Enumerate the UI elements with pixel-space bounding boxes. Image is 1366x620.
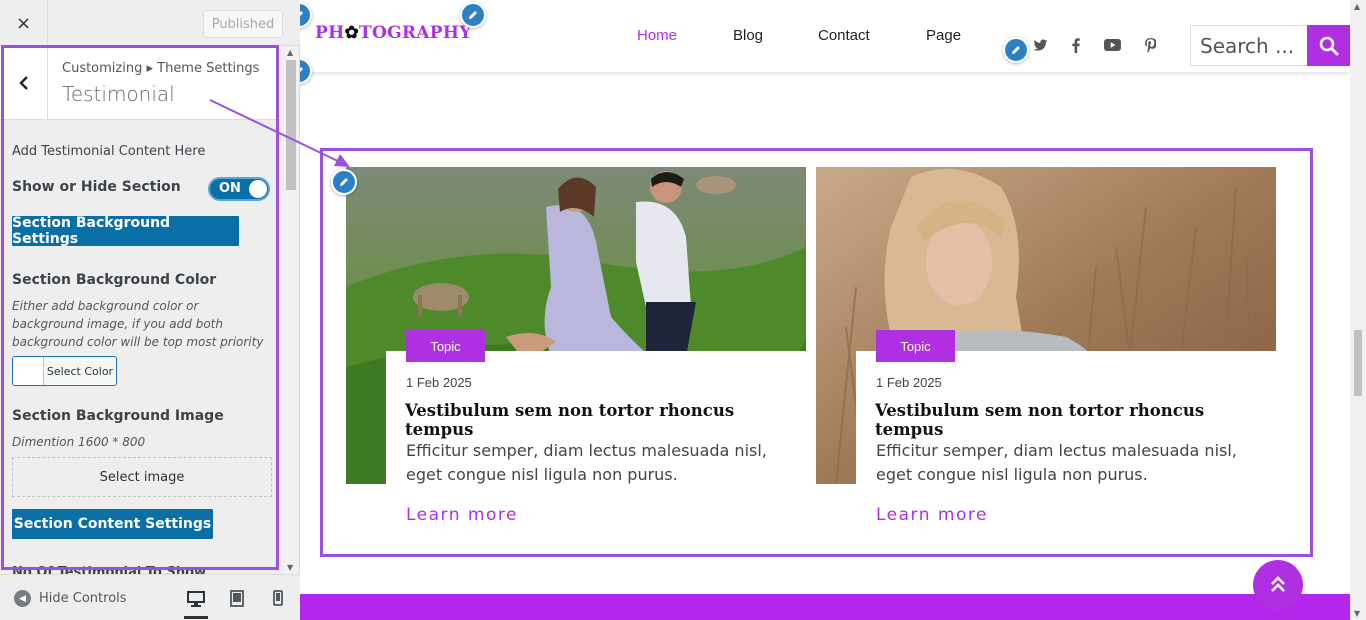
site-preview: PH✿TOGRAPHY Home Blog Contact Page Searc… xyxy=(300,0,1366,620)
edit-shortcut-logo[interactable] xyxy=(460,2,486,28)
twitter-icon[interactable] xyxy=(1031,36,1049,54)
pinterest-icon[interactable] xyxy=(1141,36,1159,54)
pencil-icon xyxy=(469,11,477,19)
pencil-icon xyxy=(1012,46,1020,54)
mobile-preview-button[interactable] xyxy=(266,587,290,609)
post-title[interactable]: Vestibulum sem non tortor rhoncus tempus xyxy=(875,401,1276,439)
pencil-icon xyxy=(340,178,348,186)
back-button[interactable] xyxy=(0,46,48,120)
post-date: 1 Feb 2025 xyxy=(876,375,942,390)
tablet-preview-button[interactable] xyxy=(225,587,249,609)
close-icon: × xyxy=(15,12,32,34)
toggle-label: ON xyxy=(219,181,241,196)
site-header: PH✿TOGRAPHY Home Blog Contact Page xyxy=(300,0,1350,72)
logo-text-part: PH xyxy=(315,23,345,43)
pencil-icon xyxy=(300,11,303,16)
panel-header: Customizing ▸ Theme Settings Testimonial xyxy=(0,46,280,120)
desktop-preview-button[interactable] xyxy=(184,587,208,619)
scroll-to-top-button[interactable] xyxy=(1253,560,1303,610)
topic-badge[interactable]: Topic xyxy=(876,330,955,362)
scroll-up-arrow-icon[interactable]: ▲ xyxy=(1354,2,1360,11)
learn-more-link[interactable]: Learn more xyxy=(406,505,518,525)
bg-image-label: Section Background Image xyxy=(12,408,224,424)
customizer-header: × Published xyxy=(0,0,300,46)
search-icon xyxy=(1319,36,1338,55)
show-section-toggle[interactable]: ON xyxy=(208,177,270,201)
hide-controls-label: Hide Controls xyxy=(39,591,127,606)
scroll-down-arrow-icon[interactable]: ▼ xyxy=(287,563,293,572)
search-input[interactable] xyxy=(1191,26,1307,65)
youtube-icon[interactable] xyxy=(1103,36,1121,54)
scroll-down-arrow-icon[interactable]: ▼ xyxy=(1354,609,1360,618)
intro-text: Add Testimonial Content Here xyxy=(12,144,206,159)
bg-color-description: Either add background color or backgroun… xyxy=(12,299,264,349)
panel-title: Testimonial xyxy=(62,82,175,106)
search-field[interactable] xyxy=(1190,25,1308,66)
edit-shortcut-section[interactable] xyxy=(331,169,357,195)
aperture-icon: ✿ xyxy=(344,23,359,43)
show-hide-label: Show or Hide Section xyxy=(12,179,181,195)
preview-scrollbar[interactable]: ▲ ▼ xyxy=(1350,0,1366,620)
scroll-up-arrow-icon[interactable]: ▲ xyxy=(287,48,293,57)
select-color-label: Select Color xyxy=(46,364,114,378)
post-title[interactable]: Vestibulum sem non tortor rhoncus tempus xyxy=(405,401,806,439)
edit-shortcut-social[interactable] xyxy=(1003,37,1029,63)
section-background-settings-button[interactable]: Section Background Settings xyxy=(12,215,239,247)
nav-blog[interactable]: Blog xyxy=(733,27,763,44)
desktop-icon xyxy=(187,591,205,607)
card-body: Topic 1 Feb 2025 Vestibulum sem non tort… xyxy=(386,330,806,537)
learn-more-link[interactable]: Learn more xyxy=(876,505,988,525)
post-card: Topic 1 Feb 2025 Vestibulum sem non tort… xyxy=(346,167,806,537)
toggle-knob xyxy=(249,180,267,198)
select-color-button[interactable]: Select Color xyxy=(12,356,117,386)
breadcrumb: Customizing ▸ Theme Settings xyxy=(62,61,260,76)
card-body: Topic 1 Feb 2025 Vestibulum sem non tort… xyxy=(856,330,1276,537)
customizer-footer: ◀ Hide Controls xyxy=(0,574,300,620)
nav-contact[interactable]: Contact xyxy=(818,27,870,44)
select-image-button[interactable]: Select image xyxy=(12,457,272,497)
topic-badge[interactable]: Topic xyxy=(406,330,485,362)
nav-page[interactable]: Page xyxy=(926,27,961,44)
double-chevron-up-icon xyxy=(1271,576,1285,592)
footer-bar xyxy=(300,594,1350,620)
published-button[interactable]: Published xyxy=(203,10,283,38)
close-customizer-button[interactable]: × xyxy=(0,0,48,46)
post-excerpt: Efficitur semper, diam lectus malesuada … xyxy=(876,441,1237,484)
mobile-icon xyxy=(273,590,283,606)
pencil-icon xyxy=(300,67,303,72)
color-swatch xyxy=(13,357,44,385)
controls-list[interactable]: Add Testimonial Content Here Show or Hid… xyxy=(0,120,280,572)
sidebar-scrollbar[interactable]: ▲ ▼ xyxy=(284,46,298,574)
chevron-left-icon xyxy=(18,76,28,90)
customizer-sidebar: × Published Customizing ▸ Theme Settings… xyxy=(0,0,300,620)
post-excerpt: Efficitur semper, diam lectus malesuada … xyxy=(406,441,767,484)
nav-home[interactable]: Home xyxy=(637,27,677,44)
bg-color-label: Section Background Color xyxy=(12,272,217,288)
collapse-arrow-icon: ◀ xyxy=(14,590,31,607)
scrollbar-thumb[interactable] xyxy=(286,60,296,190)
logo-text-part: GRAPHY xyxy=(387,23,472,43)
preview-scrollbar-thumb[interactable] xyxy=(1354,330,1362,396)
logo-text-part: TO xyxy=(359,23,388,43)
bg-image-description: Dimention 1600 * 800 xyxy=(12,435,146,449)
tablet-icon xyxy=(230,589,244,607)
search-button[interactable] xyxy=(1307,25,1350,66)
facebook-icon[interactable] xyxy=(1067,36,1085,54)
post-date: 1 Feb 2025 xyxy=(406,375,472,390)
site-logo[interactable]: PH✿TOGRAPHY xyxy=(315,23,472,43)
hide-controls-button[interactable]: ◀ Hide Controls xyxy=(14,590,127,607)
post-card: Topic 1 Feb 2025 Vestibulum sem non tort… xyxy=(816,167,1276,537)
section-content-settings-button[interactable]: Section Content Settings xyxy=(12,509,213,539)
